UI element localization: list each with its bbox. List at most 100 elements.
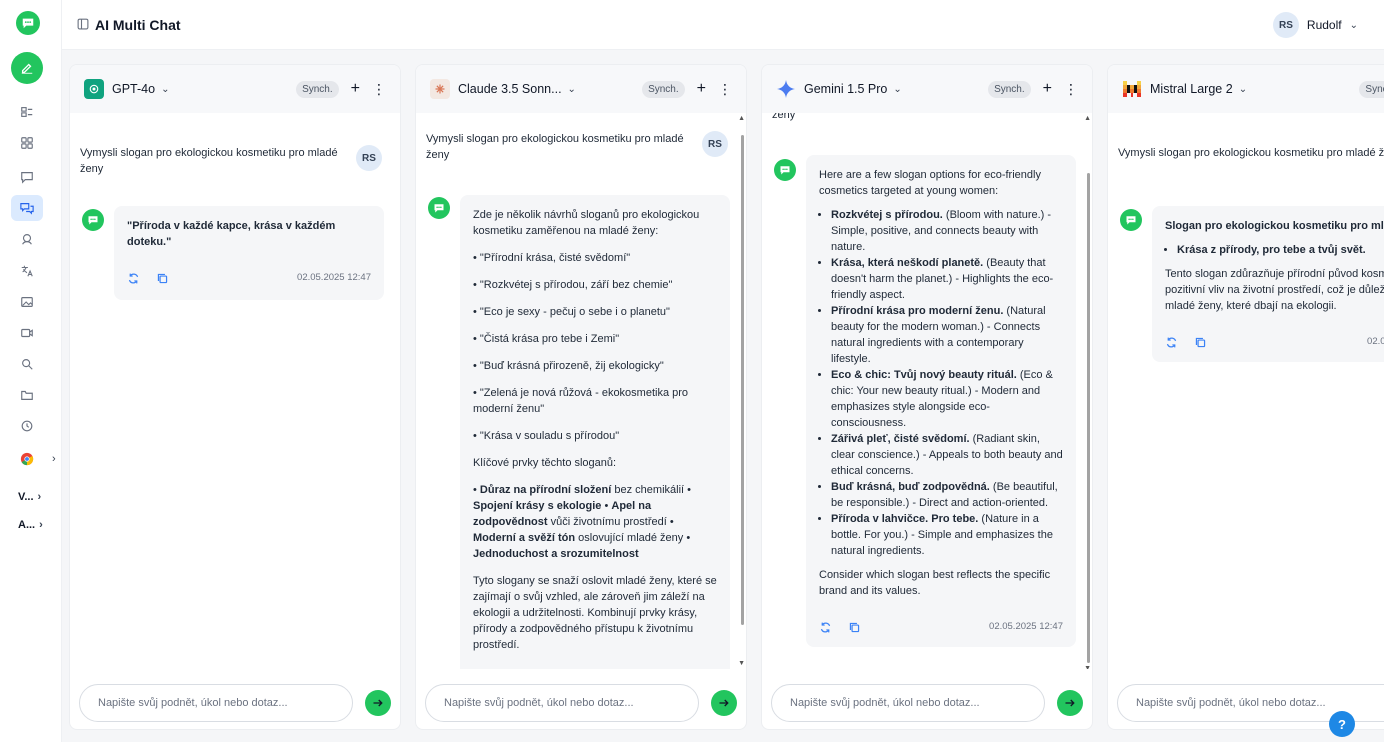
mistral-logo-icon bbox=[1122, 79, 1142, 99]
sync-toggle[interactable]: Synch. bbox=[988, 80, 1031, 98]
edit-icon bbox=[21, 63, 33, 74]
more-options-icon[interactable]: ⋮ bbox=[372, 82, 386, 96]
model-selector[interactable]: Claude 3.5 Sonn... bbox=[458, 82, 562, 96]
answer-intro: Zde je několik návrhů sloganů pro ekolog… bbox=[473, 209, 700, 237]
model-selector[interactable]: Mistral Large 2 bbox=[1150, 82, 1233, 96]
arrow-right-icon bbox=[373, 699, 383, 707]
message-actions: 02.05.2025 12:47 bbox=[1165, 334, 1384, 350]
app-logo-icon[interactable] bbox=[16, 11, 40, 35]
copy-icon[interactable] bbox=[156, 272, 169, 285]
add-icon[interactable]: + bbox=[697, 81, 706, 97]
panel-toggle-icon[interactable] bbox=[77, 18, 89, 30]
chrome-extension[interactable]: › bbox=[20, 452, 56, 466]
message-timestamp: 02.05.2025 12:47 bbox=[989, 621, 1063, 632]
sync-toggle[interactable]: Synch. bbox=[642, 80, 685, 98]
arrow-right-icon bbox=[719, 699, 729, 707]
folder-icon[interactable] bbox=[11, 382, 43, 408]
sync-toggle[interactable]: Synch. bbox=[1359, 80, 1384, 98]
bot-avatar-icon bbox=[82, 209, 104, 231]
element-rest: • bbox=[601, 500, 609, 512]
user-message: Vymysli slogan pro ekologickou kosmetiku… bbox=[1118, 145, 1384, 161]
scroll-up-icon[interactable]: ▲ bbox=[1084, 115, 1091, 122]
more-options-icon[interactable]: ⋮ bbox=[718, 82, 732, 96]
translate-icon[interactable] bbox=[11, 258, 43, 284]
copy-icon[interactable] bbox=[1194, 336, 1207, 349]
bot-message: "Příroda v každé kapce, krása v každém d… bbox=[114, 206, 384, 300]
history-icon[interactable] bbox=[11, 413, 43, 439]
chevron-down-icon: ⌄ bbox=[1349, 19, 1358, 31]
model-selector[interactable]: GPT-4o bbox=[112, 82, 155, 96]
scroll-up-icon[interactable]: ▲ bbox=[738, 115, 745, 122]
help-button[interactable]: ? bbox=[1329, 711, 1355, 737]
video-icon[interactable] bbox=[11, 320, 43, 346]
answer-summary: Tyto slogany se snaží oslovit mladé ženy… bbox=[473, 575, 717, 651]
slogan-item: Zářivá pleť, čisté svědomí. (Radiant ski… bbox=[831, 431, 1063, 479]
user-menu[interactable]: RS Rudolf ⌄ bbox=[1272, 12, 1358, 38]
answer-intro: Here are a few slogan options for eco-fr… bbox=[819, 169, 1041, 197]
answer-text: "Příroda v každé kapce, krása v každém d… bbox=[127, 220, 336, 248]
chevron-down-icon[interactable]: ⌄ bbox=[161, 84, 169, 95]
sync-toggle[interactable]: Synch. bbox=[296, 80, 339, 98]
answer-heading: Slogan pro ekologickou kosmetiku pro mla… bbox=[1165, 220, 1384, 232]
element-rest: oslovující mladé ženy • bbox=[575, 532, 691, 544]
element-bold: Důraz na přírodní složení bbox=[479, 484, 612, 496]
slogan-bold: Krása z přírody, pro tebe a tvůj svět. bbox=[1177, 244, 1366, 256]
chevron-down-icon[interactable]: ⌄ bbox=[893, 84, 901, 95]
grid-icon[interactable] bbox=[11, 130, 43, 156]
element-bold: Moderní a svěží tón bbox=[473, 532, 576, 544]
slogan-item: Eco & chic: Tvůj nový beauty rituál. (Ec… bbox=[831, 367, 1063, 431]
model-selector[interactable]: Gemini 1.5 Pro bbox=[804, 82, 887, 96]
slogan-item: • "Přírodní krása, čisté svědomí" bbox=[473, 252, 631, 264]
composer bbox=[425, 684, 737, 722]
slogan-list: Krása z přírody, pro tebe a tvůj svět. bbox=[1165, 242, 1384, 258]
scroll-down-icon[interactable]: ▼ bbox=[738, 660, 745, 667]
send-button[interactable] bbox=[1057, 690, 1083, 716]
message-input[interactable] bbox=[79, 684, 353, 722]
regenerate-icon[interactable] bbox=[1165, 336, 1178, 349]
regenerate-icon[interactable] bbox=[819, 621, 832, 634]
message-timestamp: 02.05.2025 12:47 bbox=[1367, 336, 1384, 347]
multi-chat-icon[interactable] bbox=[11, 195, 43, 221]
add-icon[interactable]: + bbox=[351, 81, 360, 97]
layout-icon[interactable] bbox=[11, 99, 43, 125]
key-elements: • Důraz na přírodní složení bez chemikál… bbox=[473, 484, 691, 560]
message-input[interactable] bbox=[771, 684, 1045, 722]
new-chat-button[interactable] bbox=[11, 52, 43, 84]
column-header: Mistral Large 2 ⌄ Synch. bbox=[1108, 65, 1384, 113]
regenerate-icon[interactable] bbox=[127, 272, 140, 285]
more-options-icon[interactable]: ⋮ bbox=[1064, 82, 1078, 96]
sidebar-more-2[interactable]: A... › bbox=[18, 519, 43, 531]
chat-columns-area: GPT-4o ⌄ Synch. + ⋮ Vymysli slogan pro e… bbox=[62, 50, 1384, 742]
answer-outro: Consider which slogan best reflects the … bbox=[819, 569, 1051, 597]
slogan-item: Krása, která neškodí planetě. (Beauty th… bbox=[831, 255, 1063, 303]
message-input[interactable] bbox=[425, 684, 699, 722]
composer bbox=[79, 684, 391, 722]
sidebar: › V... › A... › bbox=[0, 0, 62, 742]
chevron-down-icon[interactable]: ⌄ bbox=[1239, 84, 1247, 95]
openai-logo-icon bbox=[84, 79, 104, 99]
user-avatar: RS bbox=[356, 145, 382, 171]
elements-heading: Klíčové prvky těchto sloganů: bbox=[473, 457, 617, 469]
image-icon[interactable] bbox=[11, 289, 43, 315]
send-button[interactable] bbox=[711, 690, 737, 716]
chevron-down-icon[interactable]: ⌄ bbox=[568, 84, 576, 95]
slogan-item: • "Rozkvétej s přírodou, září bez chemie… bbox=[473, 279, 673, 291]
scroll-down-icon[interactable]: ▼ bbox=[1084, 665, 1091, 669]
user-message: Vymysli slogan pro ekologickou kosmetiku… bbox=[80, 145, 382, 177]
user-message-text: Vymysli slogan pro ekologickou kosmetiku… bbox=[1118, 147, 1384, 159]
assistant-icon[interactable] bbox=[11, 226, 43, 252]
chevron-right-icon: › bbox=[52, 453, 56, 465]
add-icon[interactable]: + bbox=[1043, 81, 1052, 97]
scrollbar[interactable] bbox=[1087, 173, 1090, 663]
user-message-text: Vymysli slogan pro ekologickou kosmetiku… bbox=[426, 133, 684, 161]
send-button[interactable] bbox=[365, 690, 391, 716]
sidebar-more-1[interactable]: V... › bbox=[18, 491, 41, 503]
copy-icon[interactable] bbox=[848, 621, 861, 634]
bot-avatar-icon bbox=[428, 197, 450, 219]
slogan-bold: Buď krásná, buď zodpovědná. bbox=[831, 481, 990, 493]
answer-body: Tento slogan zdůrazňuje přírodní původ k… bbox=[1165, 268, 1384, 312]
chat-icon[interactable] bbox=[11, 164, 43, 190]
search-icon[interactable] bbox=[11, 351, 43, 377]
app-title: AI Multi Chat bbox=[95, 17, 181, 33]
scrollbar[interactable] bbox=[741, 135, 744, 625]
